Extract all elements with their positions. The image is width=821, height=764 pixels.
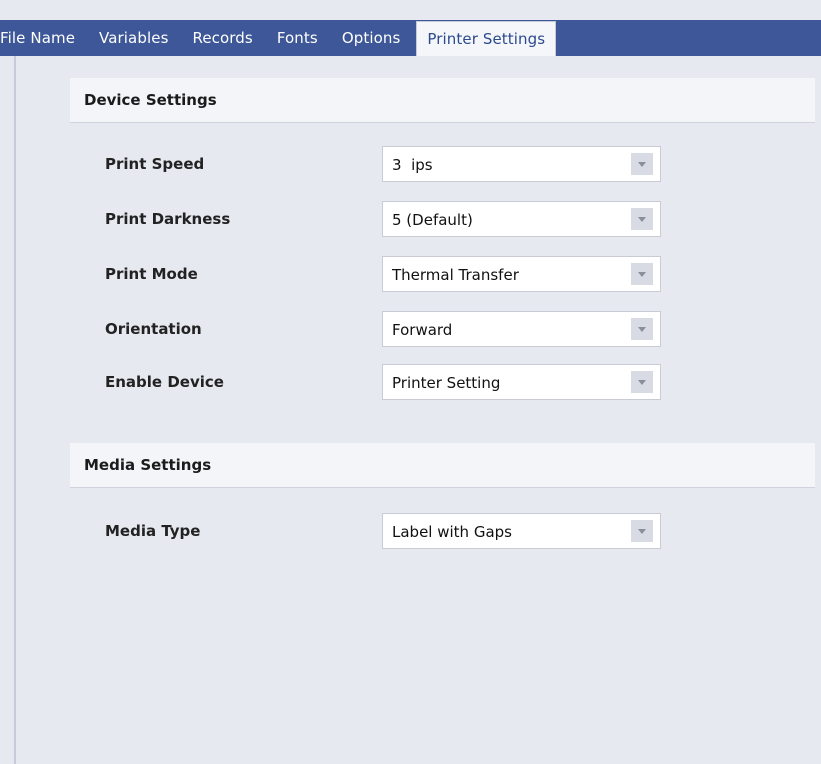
chevron-down-icon[interactable] xyxy=(631,153,653,175)
print-darkness-row: Print Darkness 5 (Default) xyxy=(16,201,821,239)
chevron-down-icon[interactable] xyxy=(631,263,653,285)
print-mode-select[interactable]: Thermal Transfer xyxy=(382,256,661,292)
device-settings-title: Device Settings xyxy=(84,91,217,109)
print-speed-row: Print Speed 3 ips xyxy=(16,146,821,184)
chevron-down-icon[interactable] xyxy=(631,520,653,542)
media-settings-title: Media Settings xyxy=(84,456,212,474)
print-mode-row: Print Mode Thermal Transfer xyxy=(16,256,821,294)
print-darkness-value: 5 (Default) xyxy=(392,211,473,229)
device-settings-header: Device Settings xyxy=(70,78,815,123)
print-speed-label: Print Speed xyxy=(105,155,205,173)
enable-device-value: Printer Setting xyxy=(392,374,501,392)
print-darkness-select[interactable]: 5 (Default) xyxy=(382,201,661,237)
enable-device-row: Enable Device Printer Setting xyxy=(16,364,821,402)
tab-variables[interactable]: Variables xyxy=(87,20,180,56)
media-settings-header: Media Settings xyxy=(70,443,815,488)
media-type-label: Media Type xyxy=(105,522,201,540)
enable-device-label: Enable Device xyxy=(105,373,224,391)
media-type-value: Label with Gaps xyxy=(392,523,512,541)
orientation-label: Orientation xyxy=(105,320,202,338)
tab-records[interactable]: Records xyxy=(180,20,264,56)
orientation-value: Forward xyxy=(392,321,453,339)
tab-printer-settings[interactable]: Printer Settings xyxy=(416,21,557,56)
media-type-row: Media Type Label with Gaps xyxy=(16,513,821,551)
orientation-select[interactable]: Forward xyxy=(382,311,661,347)
printer-settings-panel: Device Settings Print Speed 3 ips Print … xyxy=(14,56,821,764)
tab-fonts[interactable]: Fonts xyxy=(265,20,330,56)
chevron-down-icon[interactable] xyxy=(631,318,653,340)
chevron-down-icon[interactable] xyxy=(631,371,653,393)
print-speed-select[interactable]: 3 ips xyxy=(382,146,661,182)
media-type-select[interactable]: Label with Gaps xyxy=(382,513,661,549)
print-darkness-label: Print Darkness xyxy=(105,210,231,228)
print-mode-label: Print Mode xyxy=(105,265,198,283)
tab-strip: File Name Variables Records Fonts Option… xyxy=(0,20,821,56)
tab-bar: File Name Variables Records Fonts Option… xyxy=(0,0,821,56)
print-speed-value: 3 ips xyxy=(392,156,433,174)
tab-file-name[interactable]: File Name xyxy=(0,20,87,56)
chevron-down-icon[interactable] xyxy=(631,208,653,230)
print-mode-value: Thermal Transfer xyxy=(392,266,519,284)
enable-device-select[interactable]: Printer Setting xyxy=(382,364,661,400)
orientation-row: Orientation Forward xyxy=(16,311,821,349)
tab-options[interactable]: Options xyxy=(330,20,413,56)
